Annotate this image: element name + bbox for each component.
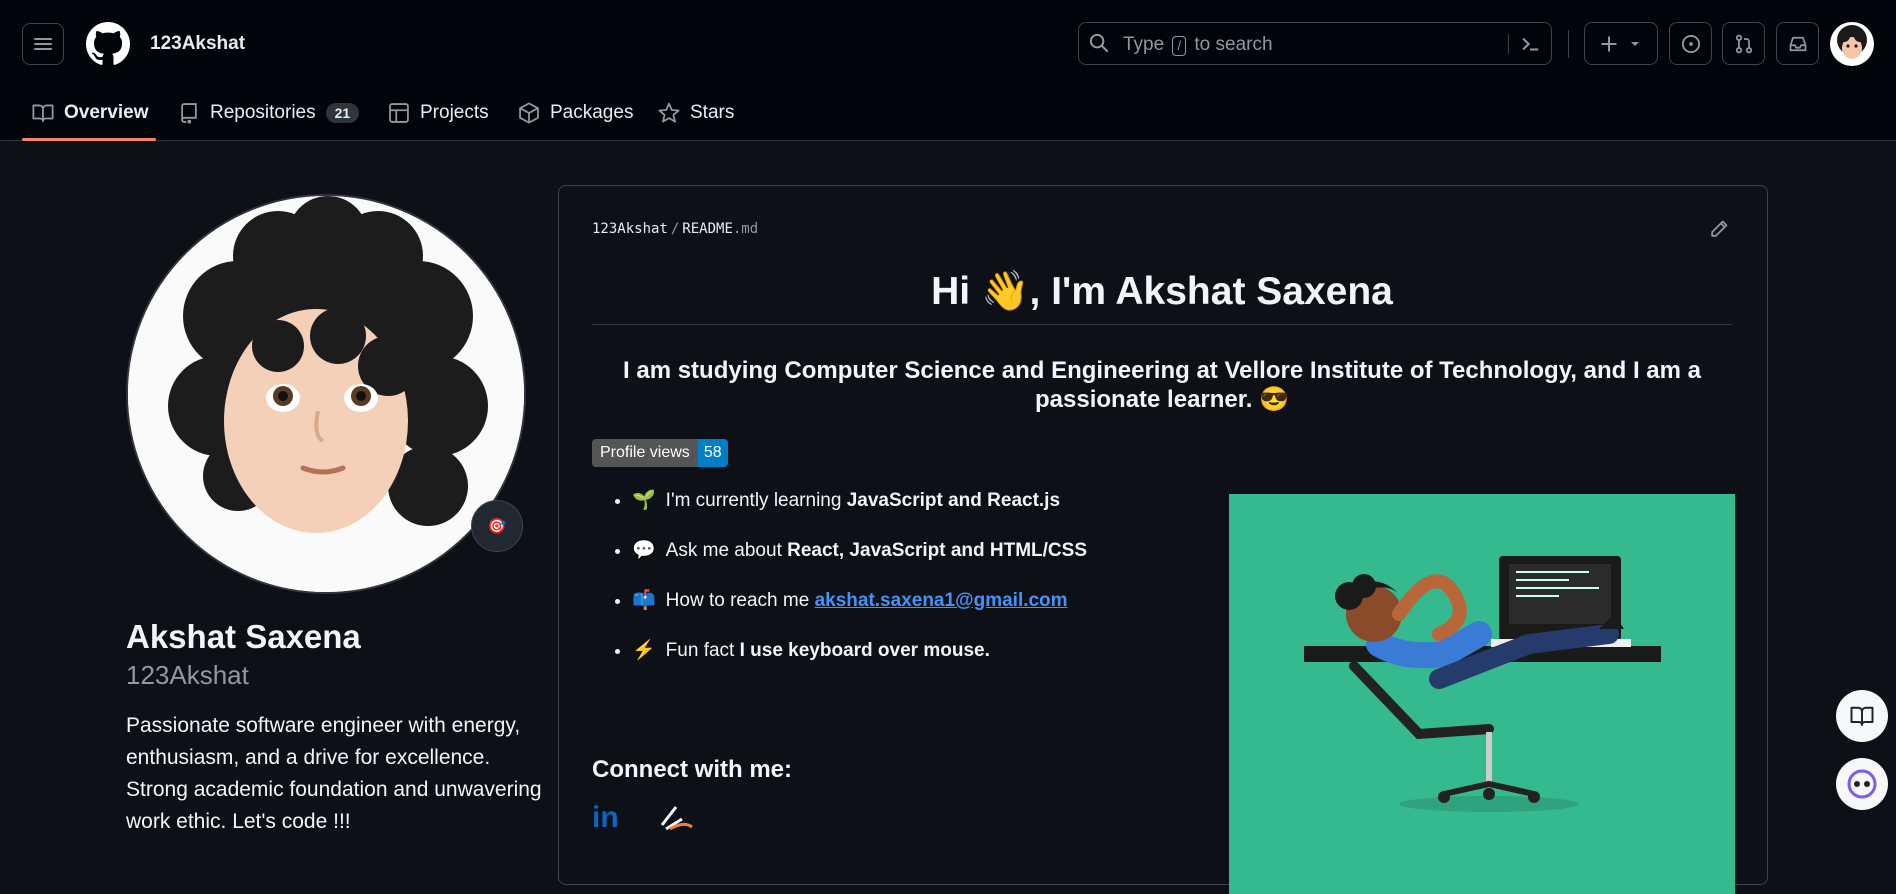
status-emoji: 🎯 — [487, 518, 507, 535]
hamburger-icon — [34, 35, 52, 53]
table-icon — [389, 103, 409, 123]
memoji-avatar-icon — [128, 196, 524, 592]
issues-button[interactable] — [1669, 22, 1712, 65]
user-avatar-button[interactable] — [1830, 22, 1874, 66]
readme-bullet-list: 🌱I'm currently learning JavaScript and R… — [592, 486, 1232, 686]
developer-illustration — [1229, 494, 1735, 894]
readme-title: Hi 👋, I'm Akshat Saxena — [592, 268, 1732, 325]
profile-views-badge: Profile views 58 — [592, 439, 728, 467]
menu-button[interactable] — [22, 23, 64, 65]
package-icon — [519, 102, 539, 124]
repositories-count: 21 — [325, 103, 360, 123]
profile-login: 123Akshat — [126, 660, 249, 690]
tab-stars[interactable]: Stars — [658, 88, 734, 138]
book-icon — [1850, 706, 1874, 726]
create-new-button[interactable] — [1584, 22, 1658, 65]
plus-icon — [1601, 36, 1617, 51]
list-item: 💬Ask me about React, JavaScript and HTML… — [632, 536, 1232, 586]
search-shortcut-key: / — [1172, 36, 1187, 56]
copilot-icon — [1847, 769, 1877, 799]
list-item: ⚡Fun fact I use keyboard over mouse. — [632, 636, 1232, 686]
tab-overview[interactable]: Overview — [32, 88, 149, 138]
inbox-icon — [1789, 36, 1806, 51]
tab-packages[interactable]: Packages — [518, 88, 633, 138]
profile-full-name: Akshat Saxena — [126, 618, 361, 655]
docs-floating-button[interactable] — [1836, 690, 1888, 742]
active-tab-underline — [22, 138, 156, 141]
header-divider — [1568, 30, 1569, 58]
issue-opened-icon — [1681, 34, 1700, 53]
social-icons: in — [592, 801, 693, 831]
profile-avatar[interactable] — [126, 194, 526, 594]
command-palette-icon[interactable] — [1519, 33, 1541, 55]
pull-requests-button[interactable] — [1722, 22, 1765, 65]
header-username[interactable]: 123Akshat — [150, 33, 245, 55]
tab-projects[interactable]: Projects — [388, 88, 489, 138]
readme-owner-link[interactable]: 123Akshat — [592, 221, 668, 237]
linkedin-icon: in — [592, 801, 619, 831]
profile-bio: Passionate software engineer with energy… — [126, 714, 542, 833]
memoji-avatar-icon — [1837, 25, 1867, 59]
tab-repositories[interactable]: Repositories 21 — [178, 88, 360, 138]
search-icon — [1089, 33, 1109, 53]
github-logo-icon[interactable] — [86, 22, 130, 66]
search-placeholder: Type / to search — [1123, 34, 1273, 56]
pencil-icon[interactable] — [1709, 219, 1729, 239]
email-link[interactable]: akshat.saxena1@gmail.com — [815, 590, 1068, 611]
search-divider — [1508, 34, 1509, 54]
star-icon — [658, 102, 680, 123]
profile-views-count: 58 — [697, 439, 728, 467]
repo-icon — [181, 103, 197, 124]
connect-heading: Connect with me: — [592, 756, 793, 783]
global-header: 123Akshat Type / to search Overview Repo… — [0, 0, 1896, 141]
book-icon — [32, 104, 54, 123]
developer-at-desk-illustration-icon — [1229, 494, 1735, 894]
profile-readme: 123Akshat / README.md Hi 👋, I'm Akshat Sax… — [558, 185, 1768, 894]
copilot-floating-button[interactable] — [1836, 758, 1888, 810]
inbox-button[interactable] — [1776, 22, 1819, 65]
readme-path: 123Akshat / README.md — [592, 221, 759, 237]
readme-file-name[interactable]: README — [682, 221, 733, 237]
list-item: 🌱I'm currently learning JavaScript and R… — [632, 486, 1232, 536]
readme-intro: I am studying Computer Science and Engin… — [623, 357, 1701, 413]
triangle-down-icon — [1631, 41, 1639, 46]
set-status-button[interactable]: 🎯 — [471, 500, 523, 552]
git-pull-request-icon — [1735, 34, 1752, 53]
profile-views-label: Profile views — [592, 439, 698, 467]
list-item: 📫How to reach me akshat.saxena1@gmail.co… — [632, 586, 1232, 636]
search-input[interactable]: Type / to search — [1078, 22, 1552, 65]
